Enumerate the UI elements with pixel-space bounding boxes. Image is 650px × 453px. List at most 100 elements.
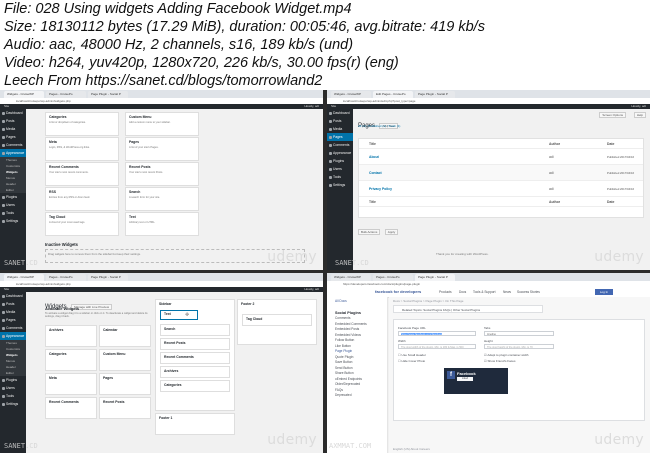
sidebar-item-posts[interactable]: Posts [0, 117, 26, 125]
widget-recent-posts[interactable]: Recent Posts Your site's most recent Post… [125, 162, 199, 186]
footer2-widget-tag-cloud[interactable]: Tag Cloud [242, 314, 312, 326]
sidebar-widget-search[interactable]: Search [160, 324, 230, 336]
row-title[interactable]: About [369, 155, 379, 159]
nav-docs[interactable]: Docs [459, 290, 466, 294]
browser-tab[interactable]: Widgets - CruiseWP [331, 274, 371, 281]
sidebar-item-appearance[interactable]: Appearance [327, 149, 353, 157]
site-name[interactable]: Site [4, 104, 9, 108]
sidebar-item-appearance[interactable]: Appearance [0, 332, 26, 340]
login-button[interactable]: Log In [595, 288, 613, 295]
sidebar-item-plugins[interactable]: Plugins [0, 193, 26, 201]
table-row[interactable]: Privacy Policy adi Published 2017/04/16 [359, 181, 643, 197]
footer-about[interactable]: About [411, 447, 419, 451]
checkbox-checked-icon[interactable]: ☑ [484, 359, 487, 363]
screen-options-button[interactable]: Screen Options [599, 112, 626, 118]
row-author[interactable]: adi [549, 165, 554, 181]
widget-recent-comments[interactable]: Recent Comments Your site's most recent c… [45, 162, 119, 186]
sidebar-item-comments[interactable]: Comments [0, 141, 26, 149]
browser-tab[interactable]: Widgets - CruiseWP [4, 274, 44, 281]
apply-button-bottom[interactable]: Apply [384, 229, 399, 235]
page-url-input[interactable]: https://www.facebook.com/facebook [398, 331, 476, 336]
widget-meta[interactable]: Meta [45, 373, 97, 395]
greeting[interactable]: Howdy, adi [304, 104, 323, 109]
sidebar-item-posts[interactable]: Posts [327, 117, 353, 125]
sidebar-item-appearance[interactable]: Appearance [0, 149, 26, 157]
nav-products[interactable]: Products [439, 290, 452, 294]
sidebar-item-users[interactable]: Users [0, 384, 26, 392]
nav-item[interactable]: Deprecated [327, 393, 387, 399]
sidebar-item-comments[interactable]: Comments [327, 141, 353, 149]
browser-tab[interactable]: Page Plugin - Social P [415, 91, 455, 98]
col-date[interactable]: Date [607, 139, 614, 149]
row-author[interactable]: adi [549, 149, 554, 165]
sidebar-item-media[interactable]: Media [0, 125, 26, 133]
nav-all-docs[interactable]: All Docs [327, 297, 387, 305]
row-title[interactable]: Privacy Policy [369, 187, 392, 191]
checkbox-icon[interactable]: ☐ [398, 353, 401, 357]
sidebar-item-dashboard[interactable]: Dashboard [0, 292, 26, 300]
opt-small-header[interactable]: ☐ Use Small Header [398, 353, 426, 357]
sidebar-item-comments[interactable]: Comments [0, 324, 26, 332]
greeting[interactable]: Howdy, adi [631, 104, 650, 109]
widget-pages[interactable]: Pages A list of your site's Pages. [125, 137, 199, 161]
site-name[interactable]: Site [331, 104, 336, 108]
sidebar-item-pages[interactable]: Pages [327, 133, 353, 141]
sidebar-item-dashboard[interactable]: Dashboard [0, 109, 26, 117]
table-row[interactable]: About adi Published 2017/04/16 [359, 149, 643, 165]
sidebar-item-media[interactable]: Media [0, 308, 26, 316]
widget-custom-menu[interactable]: Custom Menu [99, 349, 151, 371]
sidebar-item-tools[interactable]: Tools [0, 209, 26, 217]
sidebar-item-pages[interactable]: Pages [0, 133, 26, 141]
browser-tab[interactable]: Page Plugin - Social P [415, 274, 455, 281]
widget-categories[interactable]: Categories A list or dropdown of categori… [45, 112, 119, 136]
greeting[interactable]: Howdy, adi [304, 287, 323, 292]
row-author[interactable]: adi [549, 181, 554, 197]
liked-button[interactable]: Liked [457, 377, 473, 381]
opt-hide-cover[interactable]: ☐ Hide Cover Photo [398, 359, 425, 363]
browser-tab[interactable]: Pages - CruisePo [46, 91, 86, 98]
page-plugin-preview[interactable]: f Facebook Liked [444, 368, 508, 408]
width-input[interactable]: The pixel width of the plugin. Min. is 1… [398, 344, 476, 349]
nav-success-stories[interactable]: Success Stories [517, 290, 540, 294]
row-title[interactable]: Contact [369, 171, 382, 175]
nav-news[interactable]: News [503, 290, 511, 294]
footer-language[interactable]: English (US) [393, 447, 410, 451]
sidebar-item-settings[interactable]: Settings [0, 400, 26, 408]
browser-tab[interactable]: Pages - CruisePo [373, 274, 413, 281]
widget-text[interactable]: Text Arbitrary text or HTML. [125, 212, 199, 236]
inactive-widgets-area[interactable]: Drag widgets here to remove them from th… [45, 249, 305, 263]
site-name[interactable]: Site [4, 287, 9, 291]
widget-search[interactable]: Search A search form for your site. [125, 187, 199, 211]
widget-recent-posts[interactable]: Recent Posts [99, 397, 151, 419]
browser-tab[interactable]: Edit Pages - CruisePo [373, 91, 413, 98]
widget-pages[interactable]: Pages [99, 373, 151, 395]
sidebar-item-media[interactable]: Media [327, 125, 353, 133]
browser-tab[interactable]: Widgets - CruiseWP [4, 91, 44, 98]
widget-calendar[interactable]: Calendar [99, 325, 151, 347]
sidebar-item-users[interactable]: Users [0, 201, 26, 209]
opt-friends-faces[interactable]: ☑ Show Friend's Faces [484, 359, 515, 363]
sidebar-widget-recent-comments[interactable]: Recent Comments [160, 352, 230, 364]
sidebar-item-plugins[interactable]: Plugins [327, 157, 353, 165]
breadcrumb[interactable]: Docs > Social Plugins > Page Plugin > On… [393, 299, 463, 303]
nav-tools-support[interactable]: Tools & Support [473, 290, 496, 294]
col-title[interactable]: Title [369, 142, 376, 146]
sidebar-widget-categories[interactable]: Categories [160, 380, 230, 392]
checkbox-icon[interactable]: ☐ [398, 359, 401, 363]
footer1-widget-area[interactable]: Footer 1 [155, 413, 235, 435]
sidebar-item-settings[interactable]: Settings [327, 181, 353, 189]
widget-archives[interactable]: Archives [45, 325, 97, 347]
browser-tab[interactable]: Page Plugin - Social P [88, 274, 128, 281]
widget-meta[interactable]: Meta Login, RSS, & WordPress.org links. [45, 137, 119, 161]
browser-tab[interactable]: Widgets - CruiseWP [331, 91, 371, 98]
preview-page-name[interactable]: Facebook [457, 371, 476, 376]
status-filters[interactable]: All (4) | Published (4) | Trash (1) [358, 124, 400, 128]
browser-tab[interactable]: Pages - CruisePo [46, 274, 86, 281]
sidebar-item-tools[interactable]: Tools [0, 392, 26, 400]
sidebar-widget-recent-posts[interactable]: Recent Posts [160, 338, 230, 350]
related-topics[interactable]: Related Topics: Social Plugins FAQs | Ot… [393, 305, 543, 313]
widget-custom-menu[interactable]: Custom Menu Add a custom menu to your sid… [125, 112, 199, 136]
sidebar-item-plugins[interactable]: Plugins [0, 376, 26, 384]
sidebar-item-settings[interactable]: Settings [0, 217, 26, 225]
height-input[interactable]: The pixel height of the plugin. Min. is … [484, 344, 554, 349]
